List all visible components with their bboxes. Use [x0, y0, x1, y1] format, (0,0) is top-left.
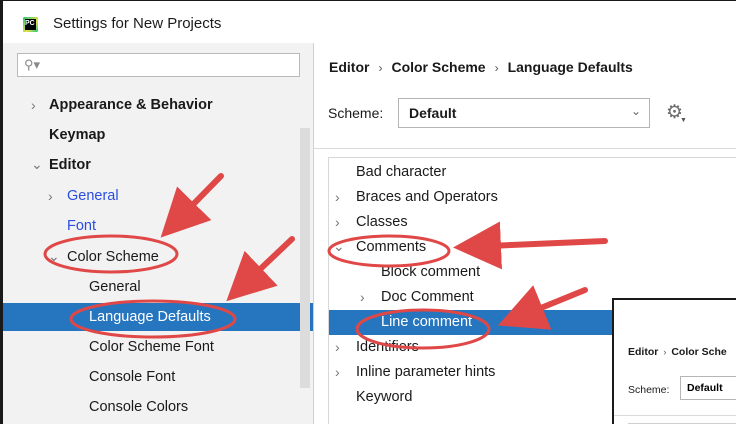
chevron-right-icon: ›	[494, 61, 499, 75]
scheme-value: Default	[409, 105, 457, 121]
chevron-right-icon[interactable]: ›	[335, 335, 340, 360]
settings-window: PC Settings for New Projects ⚲▾ › Appear…	[0, 0, 736, 424]
chevron-down-icon[interactable]: ⌄	[631, 104, 641, 118]
breadcrumb-item: Language Defaults	[507, 59, 633, 75]
chevron-right-icon: ›	[378, 61, 383, 75]
inset-breadcrumb: Editor › Color Sche	[628, 346, 727, 358]
chevron-right-icon: ›	[663, 347, 667, 357]
scheme-label: Scheme:	[328, 105, 384, 121]
tree-item-color-scheme-general[interactable]: General	[3, 273, 313, 301]
tree-item-editor[interactable]: ⌄ Editor	[3, 151, 313, 179]
tree-item-appearance-behavior[interactable]: › Appearance & Behavior	[3, 91, 313, 119]
chevron-right-icon[interactable]: ›	[335, 210, 340, 235]
list-item-bad-character[interactable]: Bad character	[329, 160, 736, 185]
tree-scrollbar[interactable]	[300, 128, 310, 388]
list-item-block-comment[interactable]: Block comment	[329, 260, 736, 285]
tree-item-language-defaults[interactable]: Language Defaults	[3, 303, 313, 331]
tree-item-console-colors[interactable]: Console Colors	[3, 393, 313, 421]
breadcrumb: Editor › Color Scheme › Language Defaults	[329, 59, 633, 75]
chevron-down-icon[interactable]: ⌄	[48, 242, 60, 270]
search-input[interactable]: ⚲▾	[17, 53, 300, 77]
tree-item-keymap[interactable]: Keymap	[3, 121, 313, 149]
tree-item-font[interactable]: Font	[3, 212, 313, 240]
scheme-select[interactable]: Default ⌄	[398, 98, 650, 128]
tree-item-color-scheme[interactable]: ⌄ Color Scheme	[3, 243, 313, 271]
chevron-right-icon[interactable]: ›	[360, 285, 365, 310]
inset-screenshot: Editor › Color Sche Scheme: Default	[612, 298, 736, 424]
chevron-down-icon[interactable]: ⌄	[333, 234, 345, 259]
title-bar: PC Settings for New Projects	[3, 1, 736, 41]
search-icon[interactable]: ⚲▾	[24, 57, 40, 73]
divider	[614, 415, 736, 416]
inset-scheme-label: Scheme:	[628, 384, 670, 396]
window-title: Settings for New Projects	[53, 15, 222, 32]
list-item-braces-operators[interactable]: › Braces and Operators	[329, 185, 736, 210]
list-item-comments[interactable]: ⌄ Comments	[329, 235, 736, 260]
divider	[314, 148, 736, 149]
tree-item-console-font[interactable]: Console Font	[3, 363, 313, 391]
breadcrumb-item[interactable]: Editor	[329, 59, 369, 75]
inset-scheme-select: Default	[680, 376, 736, 400]
chevron-down-icon[interactable]: ⌄	[31, 150, 43, 178]
breadcrumb-item[interactable]: Color Scheme	[391, 59, 485, 75]
list-item-classes[interactable]: › Classes	[329, 210, 736, 235]
tree-item-general[interactable]: › General	[3, 182, 313, 210]
caret-down-icon[interactable]: ▼	[680, 117, 687, 124]
pycharm-app-icon: PC	[23, 17, 38, 32]
tree-item-color-scheme-font[interactable]: Color Scheme Font	[3, 333, 313, 361]
chevron-right-icon[interactable]: ›	[335, 360, 340, 385]
chevron-right-icon[interactable]: ›	[335, 185, 340, 210]
chevron-right-icon[interactable]: ›	[31, 91, 36, 119]
chevron-right-icon[interactable]: ›	[48, 182, 53, 210]
settings-tree-panel: ⚲▾ › Appearance & Behavior Keymap ⌄ Edit…	[3, 43, 313, 424]
